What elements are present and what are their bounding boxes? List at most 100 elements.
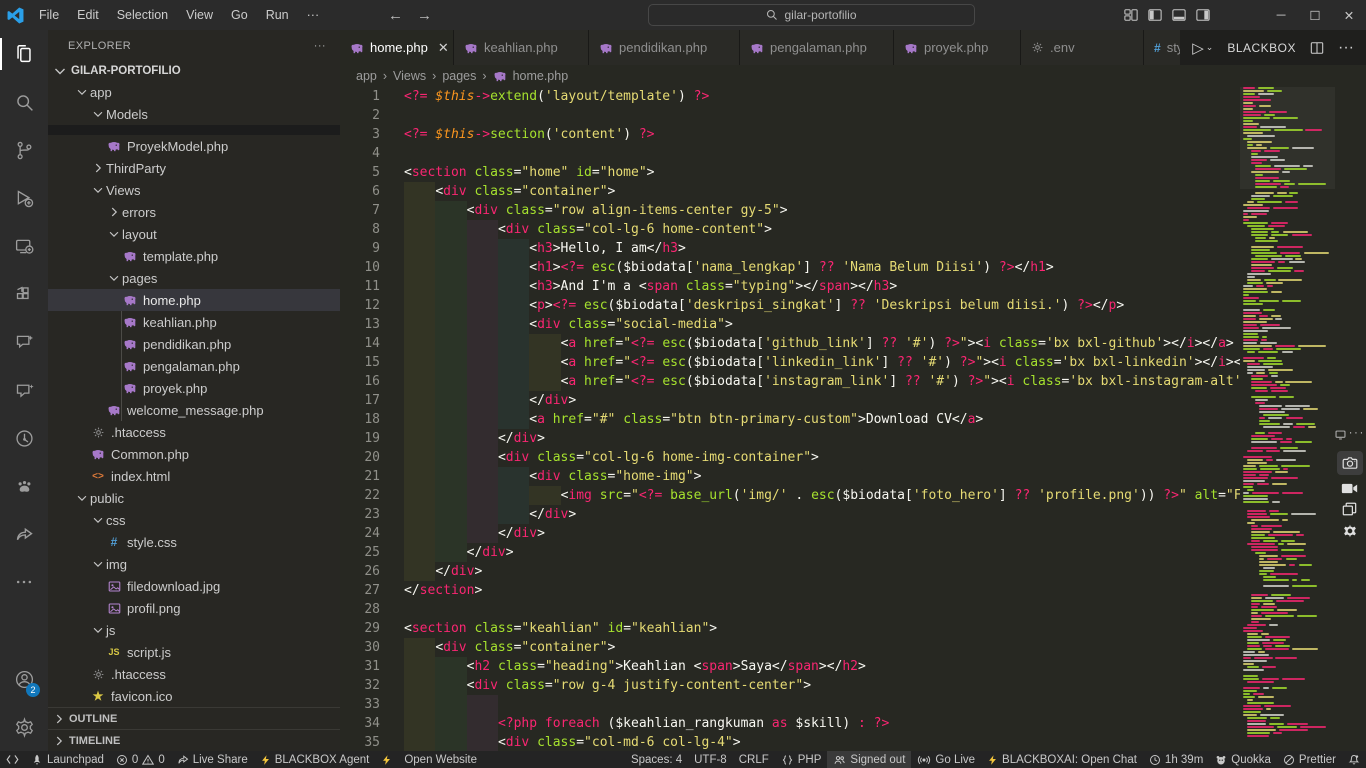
blackbox-button[interactable]: BLACKBOX	[1227, 41, 1296, 55]
tree-file-home-php[interactable]: home.php	[48, 289, 340, 311]
code-line-26[interactable]: </div>	[404, 562, 1366, 581]
activitybar-account-icon[interactable]: 2	[0, 655, 48, 703]
code-line-32[interactable]: <div class="row g-4 justify-content-cent…	[404, 676, 1366, 695]
menu-[interactable]: ···	[298, 0, 329, 30]
capture-gear-icon[interactable]	[1342, 523, 1358, 539]
tree-folder-pages[interactable]: pages	[48, 267, 340, 289]
activitybar-search-icon[interactable]	[0, 78, 48, 126]
code-line-31[interactable]: <h2 class="heading">Keahlian <span>Saya<…	[404, 657, 1366, 676]
code-line-25[interactable]: </div>	[404, 543, 1366, 562]
activitybar-extensions-icon[interactable]	[0, 270, 48, 318]
tree-folder-models[interactable]: Models	[48, 103, 340, 125]
status-blackboxai-open-chat[interactable]: BLACKBOXAI: Open Chat	[981, 751, 1143, 768]
code-line-28[interactable]	[404, 600, 1366, 619]
capture-video-icon[interactable]	[1341, 482, 1358, 495]
toggle-secondary-sidebar-icon[interactable]	[1196, 8, 1210, 22]
menu-run[interactable]: Run	[257, 0, 298, 30]
activitybar-remote-icon[interactable]	[0, 222, 48, 270]
tree-folder-public[interactable]: public	[48, 487, 340, 509]
breadcrumb-file[interactable]: home.php	[513, 69, 569, 83]
code-line-7[interactable]: <div class="row align-items-center gy-5"…	[404, 201, 1366, 220]
menu-edit[interactable]: Edit	[68, 0, 108, 30]
status-launchpad[interactable]: Launchpad	[25, 751, 110, 768]
code-line-35[interactable]: <div class="col-md-6 col-lg-4">	[404, 733, 1366, 751]
code-line-8[interactable]: <div class="col-lg-6 home-content">	[404, 220, 1366, 239]
close-tab-icon[interactable]: ✕	[438, 40, 449, 56]
tree-file-index-html[interactable]: <>index.html	[48, 465, 340, 487]
toggle-sidebar-icon[interactable]	[1148, 8, 1162, 22]
code-line-2[interactable]	[404, 106, 1366, 125]
screen-dots-icon[interactable]	[1335, 429, 1346, 440]
code-line-1[interactable]: <?= $this->extend('layout/template') ?>	[404, 87, 1366, 106]
tree-folder-thirdparty[interactable]: ThirdParty	[48, 157, 340, 179]
code-line-30[interactable]: <div class="container">	[404, 638, 1366, 657]
activitybar-settings-gear-icon[interactable]	[0, 703, 48, 751]
tree-folder-app[interactable]: app	[48, 81, 340, 103]
nav-back-icon[interactable]: ←	[388, 7, 403, 24]
status-signed-out[interactable]: Signed out	[827, 751, 911, 768]
capture-windows-icon[interactable]	[1342, 502, 1357, 516]
code-line-5[interactable]: <section class="home" id="home">	[404, 163, 1366, 182]
capture-camera-icon[interactable]	[1337, 451, 1363, 475]
tab--env[interactable]: .env	[1021, 30, 1144, 65]
breadcrumb-item[interactable]: app	[356, 69, 377, 83]
sidebar-section-outline[interactable]: OUTLINE	[48, 707, 340, 729]
tree-folder-errors[interactable]: errors	[48, 201, 340, 223]
tab-keahlian-php[interactable]: keahlian.php	[454, 30, 589, 65]
split-editor-icon[interactable]	[1310, 41, 1324, 55]
code-line-18[interactable]: <a href="#" class="btn btn-primary-custo…	[404, 410, 1366, 429]
editor-more-actions-icon[interactable]: ···	[1338, 39, 1354, 57]
status-open-website[interactable]: Open Website	[398, 751, 483, 768]
tree-folder-img[interactable]: img	[48, 553, 340, 575]
code-line-16[interactable]: <a href="<?= esc($biodata['instagram_lin…	[404, 372, 1366, 391]
code-line-9[interactable]: <h3>Hello, I am</h3>	[404, 239, 1366, 258]
code-editor[interactable]: 1234567891011121314151617181920212223242…	[340, 87, 1366, 751]
breadcrumb-item[interactable]: pages	[442, 69, 476, 83]
tree-file-common-php[interactable]: Common.php	[48, 443, 340, 465]
status-bolt[interactable]	[375, 751, 398, 768]
tree-folder-js[interactable]: js	[48, 619, 340, 641]
status-quokka[interactable]: Quokka	[1209, 751, 1277, 768]
tree-folder-layout[interactable]: layout	[48, 223, 340, 245]
code-line-12[interactable]: <p><?= esc($biodata['deskripsi_singkat']…	[404, 296, 1366, 315]
tree-file--htaccess[interactable]: .htaccess	[48, 421, 340, 443]
code-line-23[interactable]: </div>	[404, 505, 1366, 524]
code-line-17[interactable]: </div>	[404, 391, 1366, 410]
minimize-button[interactable]: ─	[1264, 8, 1298, 22]
tree-file-script-js[interactable]: JSscript.js	[48, 641, 340, 663]
activitybar-comment-sparkle-icon[interactable]	[0, 366, 48, 414]
menu-go[interactable]: Go	[222, 0, 257, 30]
workspace-root-folder[interactable]: GILAR-PORTOFILIO	[48, 61, 340, 81]
tree-file-welcome-message-php[interactable]: welcome_message.php	[48, 399, 340, 421]
code-line-21[interactable]: <div class="home-img">	[404, 467, 1366, 486]
code-line-11[interactable]: <h3>And I'm a <span class="typing"></spa…	[404, 277, 1366, 296]
status-bell[interactable]	[1342, 751, 1366, 768]
toggle-panel-icon[interactable]	[1172, 8, 1186, 22]
activitybar-ellipsis-icon[interactable]	[0, 558, 48, 606]
tree-file-proyekmodel-php[interactable]: ProyekModel.php	[48, 135, 340, 157]
maximize-button[interactable]: ☐	[1298, 8, 1332, 23]
code-line-6[interactable]: <div class="container">	[404, 182, 1366, 201]
code-line-29[interactable]: <section class="keahlian" id="keahlian">	[404, 619, 1366, 638]
code-line-33[interactable]	[404, 695, 1366, 714]
tree-folder-views[interactable]: Views	[48, 179, 340, 201]
tree-file-favicon-ico[interactable]: ★favicon.ico	[48, 685, 340, 707]
code-line-13[interactable]: <div class="social-media">	[404, 315, 1366, 334]
status-utf-8[interactable]: UTF-8	[688, 751, 733, 768]
explorer-more-actions-icon[interactable]: ···	[314, 40, 326, 52]
status-go-live[interactable]: Go Live	[911, 751, 981, 768]
tab-proyek-php[interactable]: proyek.php	[894, 30, 1021, 65]
menu-view[interactable]: View	[177, 0, 222, 30]
tree-file--htaccess[interactable]: .htaccess	[48, 663, 340, 685]
status-spaces-4[interactable]: Spaces: 4	[625, 751, 688, 768]
activitybar-share-arrow-icon[interactable]	[0, 510, 48, 558]
sidebar-section-timeline[interactable]: TIMELINE	[48, 729, 340, 751]
code-line-34[interactable]: <?php foreach ($keahlian_rangkuman as $s…	[404, 714, 1366, 733]
code-line-24[interactable]: </div>	[404, 524, 1366, 543]
tree-file-style-css[interactable]: #style.css	[48, 531, 340, 553]
breadcrumb-item[interactable]: Views	[393, 69, 426, 83]
status-prettier[interactable]: Prettier	[1277, 751, 1342, 768]
code-line-4[interactable]	[404, 144, 1366, 163]
tree-file-proyek-php[interactable]: proyek.php	[48, 377, 340, 399]
activitybar-paw-icon[interactable]	[0, 462, 48, 510]
